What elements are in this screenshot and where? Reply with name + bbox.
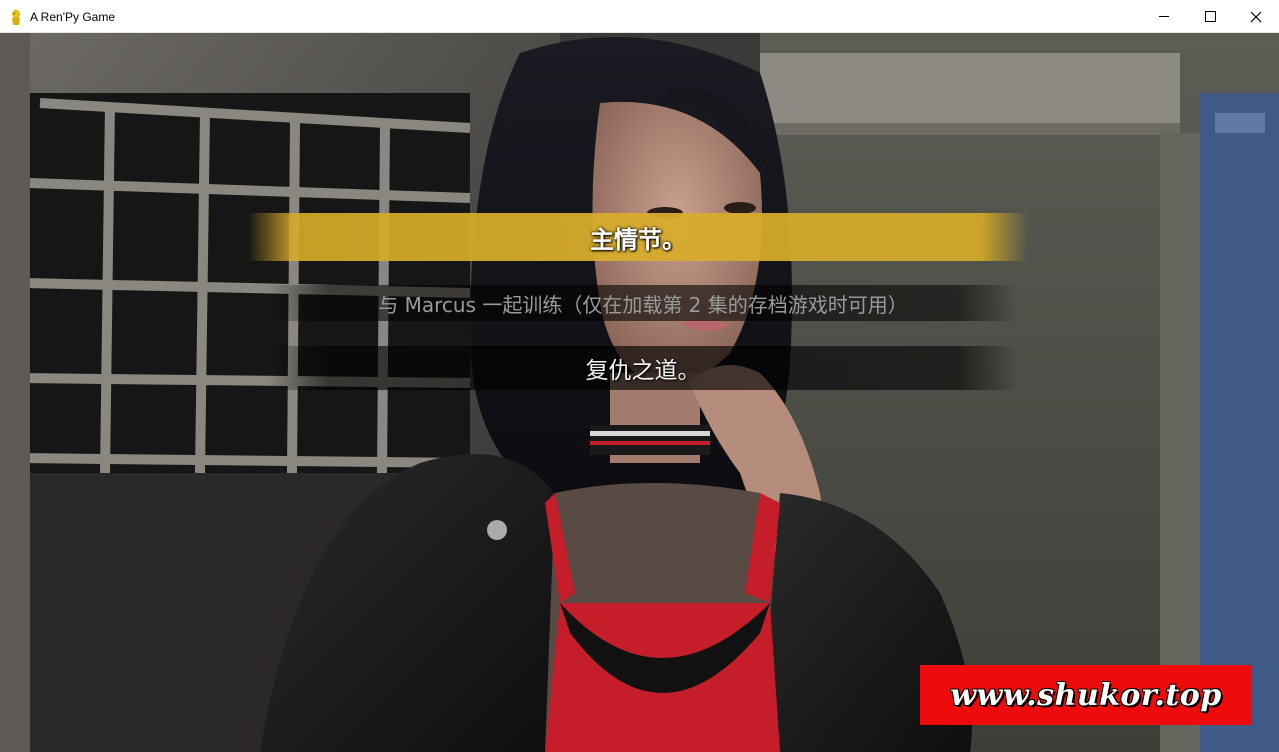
menu-choice-train-with-marcus: 与 Marcus 一起训练（仅在加载第 2 集的存档游戏时可用） xyxy=(268,285,1018,321)
close-button[interactable] xyxy=(1233,0,1279,33)
watermark-text: www.shukor.top xyxy=(950,677,1222,713)
choice-label: 与 Marcus 一起训练（仅在加载第 2 集的存档游戏时可用） xyxy=(378,292,908,317)
window-title-bar: A Ren'Py Game xyxy=(0,0,1279,33)
minimize-button[interactable] xyxy=(1141,0,1187,33)
menu-choice-main-plot[interactable]: 主情节。 xyxy=(248,213,1028,261)
close-icon xyxy=(1250,11,1262,22)
game-viewport[interactable]: 主情节。 与 Marcus 一起训练（仅在加载第 2 集的存档游戏时可用） 复仇… xyxy=(0,33,1279,752)
menu-choice-path-of-revenge[interactable]: 复仇之道。 xyxy=(268,346,1018,390)
watermark: www.shukor.top xyxy=(920,665,1252,725)
choice-label: 主情节。 xyxy=(590,225,686,254)
maximize-button[interactable] xyxy=(1187,0,1233,33)
window-title: A Ren'Py Game xyxy=(30,10,115,24)
scene-background xyxy=(0,33,1279,752)
choice-label: 复仇之道。 xyxy=(585,358,701,384)
maximize-icon xyxy=(1204,11,1216,22)
renpy-app-icon xyxy=(12,9,20,25)
minimize-icon xyxy=(1158,16,1169,17)
